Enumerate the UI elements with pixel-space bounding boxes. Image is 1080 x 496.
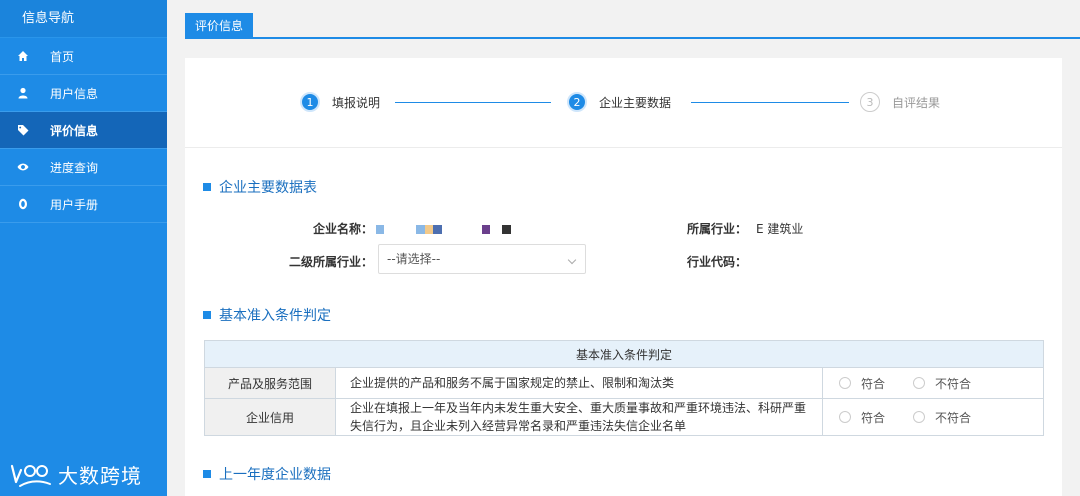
row-options: 符合 不符合 xyxy=(822,367,1044,399)
table-row: 企业信用 企业在填报上一年及当年内未发生重大安全、重大质量事故和严重环境违法、科… xyxy=(204,398,1044,436)
sidebar-item-evaluation[interactable]: 评价信息 xyxy=(0,112,167,149)
radio-label: 不符合 xyxy=(935,376,972,391)
sidebar-item-label: 进度查询 xyxy=(50,160,99,175)
step-number: 3 xyxy=(860,92,880,112)
section-title-text: 企业主要数据表 xyxy=(219,180,317,196)
step-1: 1 填报说明 xyxy=(300,92,380,112)
industry-code-label: 行业代码： xyxy=(686,255,747,269)
step-label: 自评结果 xyxy=(892,95,941,110)
radio-circle-icon xyxy=(913,377,926,389)
radio-non-compliant[interactable]: 不符合 xyxy=(913,409,971,426)
step-connector xyxy=(691,102,849,103)
radio-non-compliant[interactable]: 不符合 xyxy=(913,375,971,392)
main-panel: 1 填报说明 2 企业主要数据 3 自评结果 企业主要数据表 企业名称： 所属行… xyxy=(185,58,1062,496)
radio-circle-icon xyxy=(839,377,851,389)
table-row: 产品及服务范围 企业提供的产品和服务不属于国家规定的禁止、限制和淘汰类 符合 不… xyxy=(204,367,1044,399)
row-name: 产品及服务范围 xyxy=(204,367,336,399)
watermark-text: 大数跨境 xyxy=(58,463,142,488)
select-placeholder: --请选择-- xyxy=(387,252,441,266)
row-options: 符合 不符合 xyxy=(822,398,1044,436)
industry-value: E 建筑业 xyxy=(756,222,804,236)
book-icon xyxy=(16,197,30,211)
sidebar-item-home[interactable]: 首页 xyxy=(0,38,167,75)
step-label: 企业主要数据 xyxy=(599,95,672,110)
step-3: 3 自评结果 xyxy=(860,92,940,112)
row-description: 企业在填报上一年及当年内未发生重大安全、重大质量事故和严重环境违法、科研严重失信… xyxy=(335,398,823,436)
sidebar-title: 信息导航 xyxy=(0,0,167,38)
step-2: 2 企业主要数据 xyxy=(567,92,671,112)
chevron-down-icon xyxy=(567,255,577,265)
radio-compliant[interactable]: 符合 xyxy=(839,409,885,426)
sidebar-item-label: 评价信息 xyxy=(50,123,99,138)
watermark-logo-icon xyxy=(10,464,51,487)
tag-icon xyxy=(16,123,30,137)
radio-circle-icon xyxy=(839,411,851,423)
section-title: 企业主要数据表 xyxy=(203,177,317,197)
sidebar-item-label: 首页 xyxy=(50,49,75,64)
radio-label: 符合 xyxy=(861,410,886,425)
tab-bar: 评价信息 xyxy=(185,13,1080,39)
section-title-text: 基本准入条件判定 xyxy=(219,308,331,324)
radio-circle-icon xyxy=(913,411,926,423)
step-connector xyxy=(395,102,551,103)
row-description: 企业提供的产品和服务不属于国家规定的禁止、限制和淘汰类 xyxy=(335,367,823,399)
section-marker-icon xyxy=(203,470,211,478)
company-name-label: 企业名称： xyxy=(312,222,373,236)
step-progress: 1 填报说明 2 企业主要数据 3 自评结果 xyxy=(185,58,1062,148)
sidebar-item-user-info[interactable]: 用户信息 xyxy=(0,75,167,112)
radio-compliant[interactable]: 符合 xyxy=(839,375,885,392)
step-number: 1 xyxy=(300,92,320,112)
tab-evaluation[interactable]: 评价信息 xyxy=(185,13,254,39)
home-icon xyxy=(16,49,30,63)
section-marker-icon xyxy=(203,183,211,191)
industry-label: 所属行业： xyxy=(686,222,747,236)
sidebar-item-label: 用户手册 xyxy=(50,197,99,212)
sub-industry-label: 二级所属行业： xyxy=(288,255,373,269)
criteria-table: 基本准入条件判定 产品及服务范围 企业提供的产品和服务不属于国家规定的禁止、限制… xyxy=(204,340,1044,436)
eye-icon xyxy=(16,160,30,174)
sidebar-item-manual[interactable]: 用户手册 xyxy=(0,186,167,223)
sidebar-item-label: 用户信息 xyxy=(50,86,99,101)
company-name-redacted xyxy=(376,225,511,234)
section-title: 上一年度企业数据 xyxy=(203,464,331,484)
step-label: 填报说明 xyxy=(332,95,381,110)
section-title: 基本准入条件判定 xyxy=(203,305,331,325)
sub-industry-select[interactable]: --请选择-- xyxy=(378,244,586,274)
sidebar: 信息导航 首页 用户信息 评价信息 进度查询 用户手册 大数跨境 xyxy=(0,0,167,496)
row-name: 企业信用 xyxy=(204,398,336,436)
section-title-text: 上一年度企业数据 xyxy=(219,467,331,483)
section-marker-icon xyxy=(203,311,211,319)
radio-label: 符合 xyxy=(861,376,886,391)
user-icon xyxy=(16,86,30,100)
sidebar-item-progress[interactable]: 进度查询 xyxy=(0,149,167,186)
watermark: 大数跨境 xyxy=(8,458,142,490)
radio-label: 不符合 xyxy=(935,410,972,425)
step-number: 2 xyxy=(567,92,587,112)
table-header: 基本准入条件判定 xyxy=(204,340,1044,368)
